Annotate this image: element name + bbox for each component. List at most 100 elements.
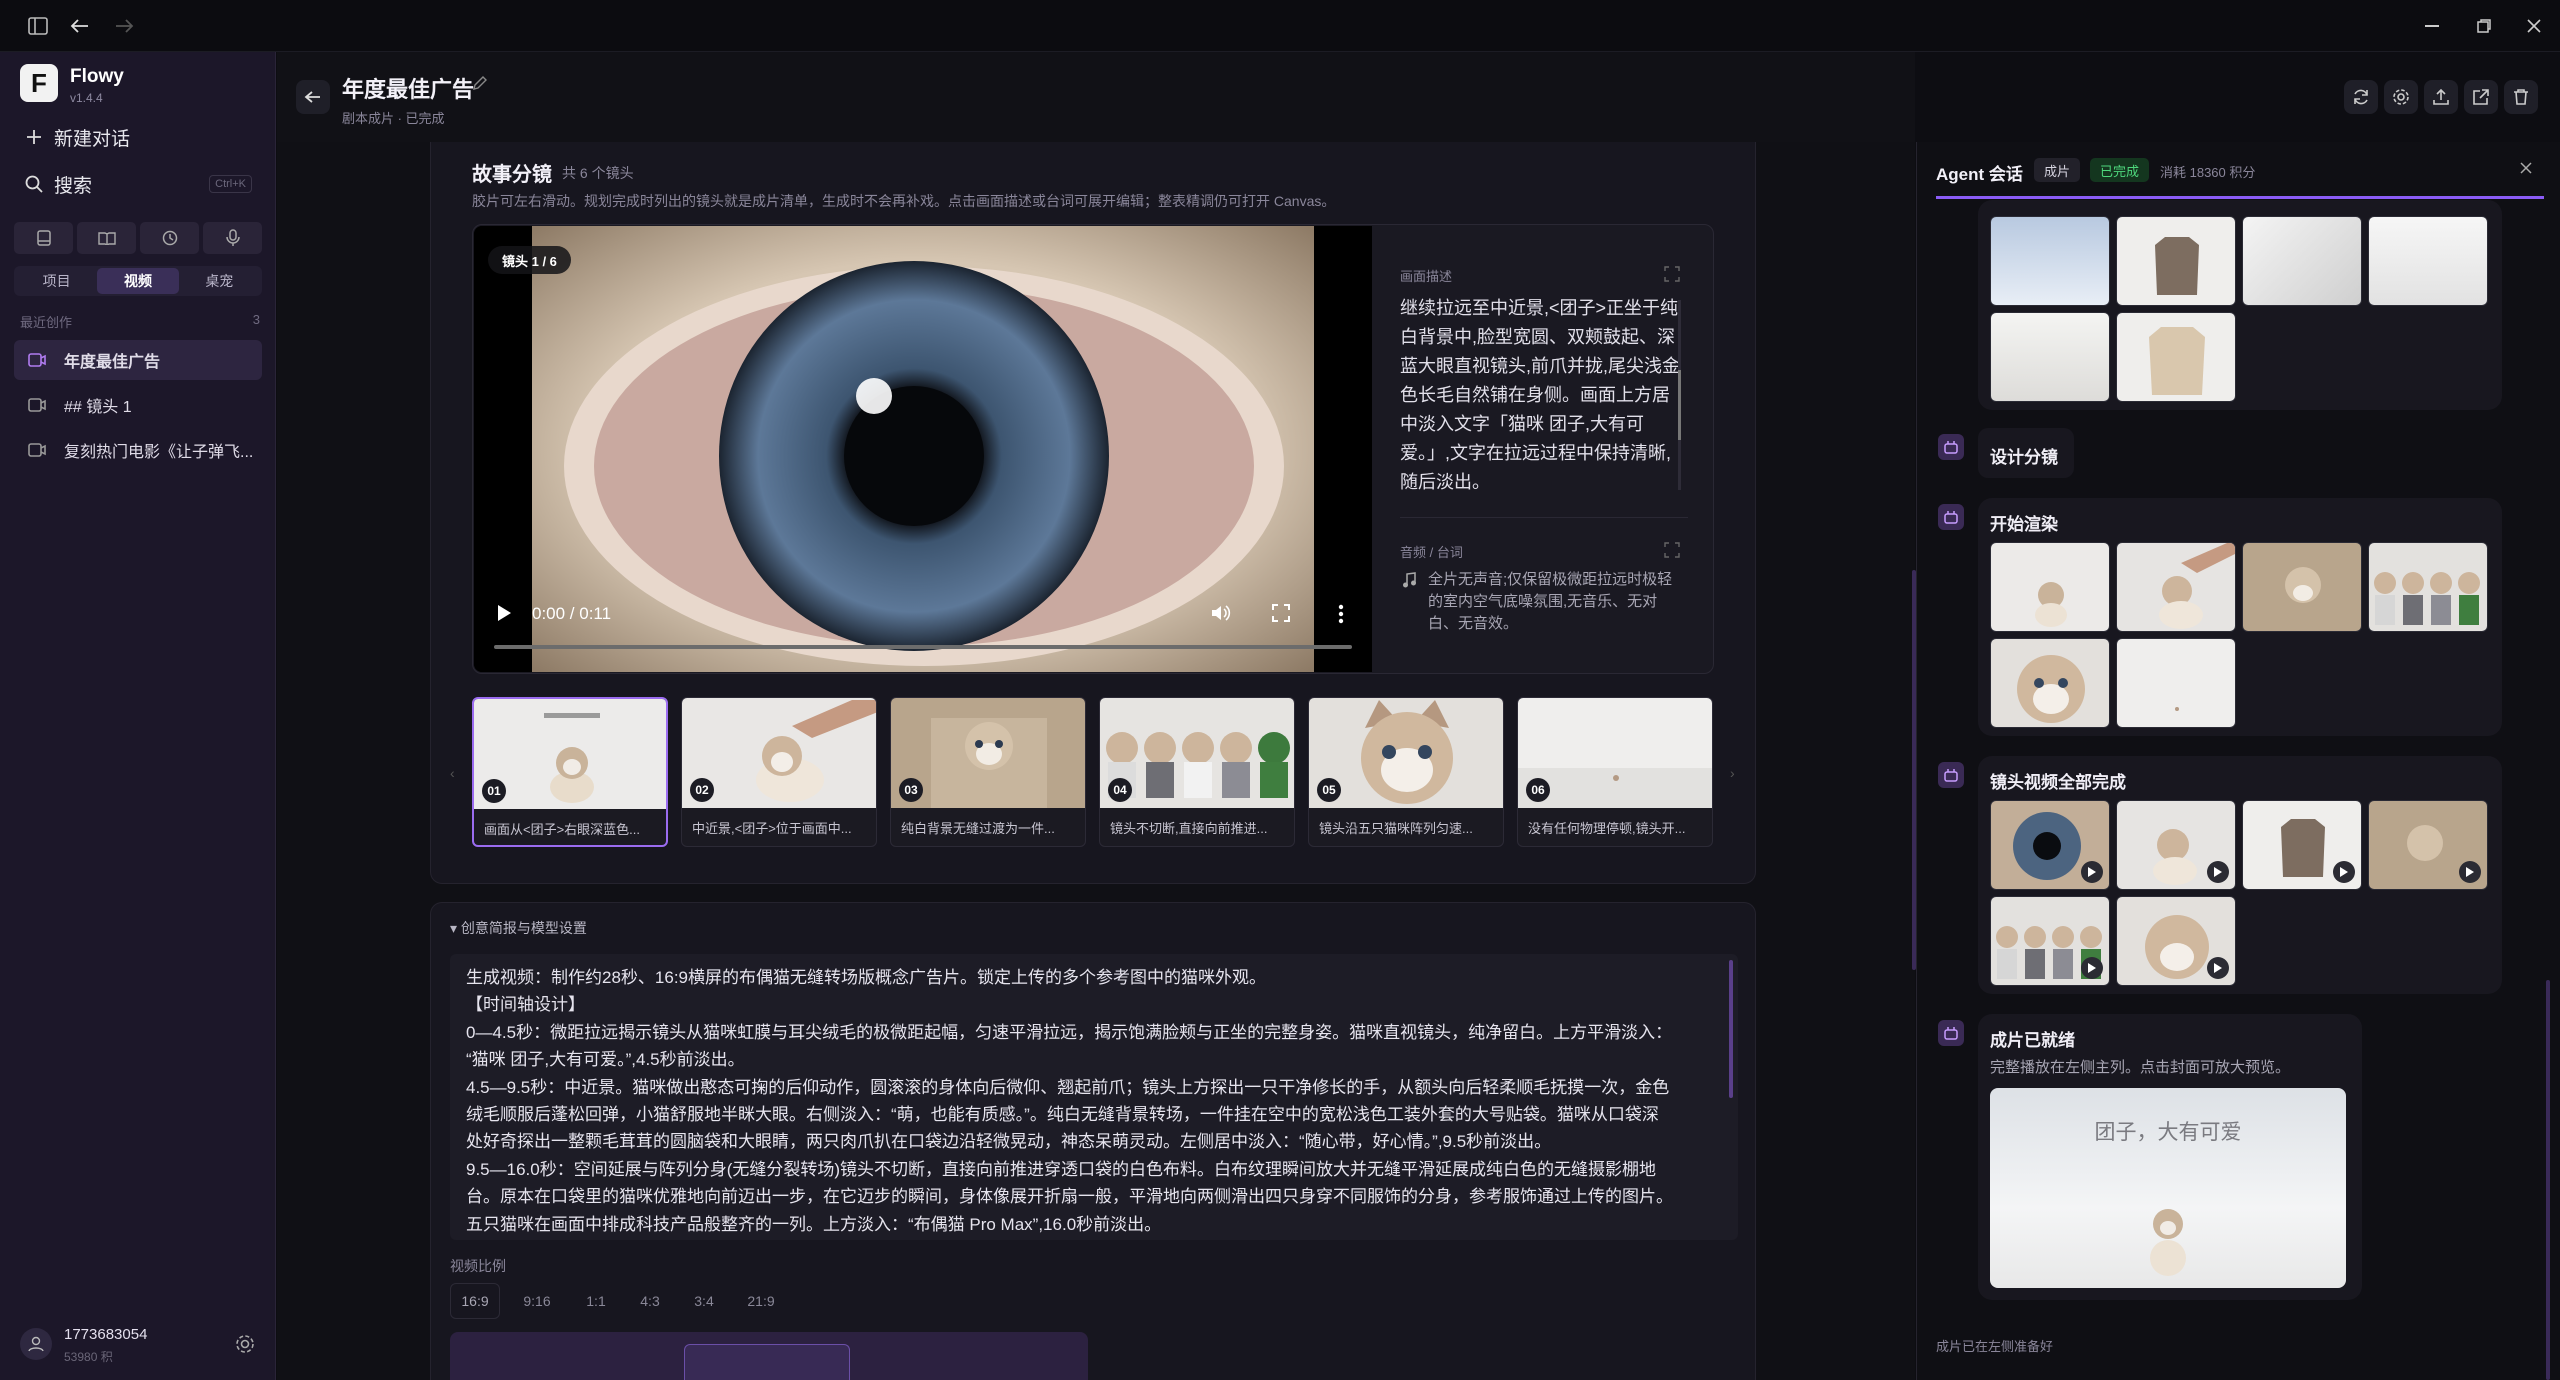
play-icon[interactable] <box>2081 957 2103 979</box>
ratio-option[interactable]: 9:16 <box>510 1283 564 1319</box>
microphone-icon[interactable] <box>203 222 262 254</box>
ratio-option[interactable]: 16:9 <box>450 1283 500 1319</box>
avatar[interactable] <box>20 1328 52 1360</box>
video-clip-lineup[interactable] <box>1990 896 2110 986</box>
play-icon[interactable] <box>2207 957 2229 979</box>
render-cat-3[interactable] <box>2242 542 2362 632</box>
ratio-option[interactable]: 3:4 <box>682 1283 726 1319</box>
delete-button[interactable] <box>2504 80 2538 114</box>
strip-right-chevron-icon[interactable]: › <box>1730 765 1735 781</box>
volume-icon[interactable] <box>1210 603 1232 623</box>
settings-gear-icon[interactable] <box>234 1333 256 1355</box>
back-arrow-icon[interactable] <box>68 14 92 38</box>
ref-image-blue-room[interactable] <box>1990 216 2110 306</box>
audio-text[interactable]: 全片无声音;仅保留极微距拉远时极轻的室内空气底噪氛围,无音乐、无对白、无音效。 <box>1428 569 1682 635</box>
recent-item[interactable]: 年度最佳广告 <box>14 340 262 380</box>
ref-image-texture[interactable] <box>2242 216 2362 306</box>
recent-item-label: ## 镜头 1 <box>64 399 132 416</box>
recent-item-label: 年度最佳广告 <box>64 354 161 371</box>
video-clip-eye[interactable] <box>1990 800 2110 890</box>
more-vertical-icon[interactable] <box>1338 604 1344 624</box>
ratio-option[interactable]: 21:9 <box>736 1283 786 1319</box>
ratio-option[interactable]: 4:3 <box>628 1283 672 1319</box>
ref-image-jacket[interactable] <box>2116 216 2236 306</box>
render-cat-4[interactable] <box>2368 542 2488 632</box>
render-cat-1[interactable] <box>1990 542 2110 632</box>
shot-thumbnail[interactable]: 06 没有任何物理停顿,镜头开... <box>1517 697 1713 847</box>
edit-pencil-icon[interactable] <box>472 75 488 91</box>
desc-label: 画面描述 <box>1400 269 1453 284</box>
shot-thumbnail[interactable]: 02 中近景,<团子>位于画面中... <box>681 697 877 847</box>
play-icon[interactable] <box>2207 861 2229 883</box>
ratio-option[interactable]: 1:1 <box>574 1283 618 1319</box>
brief-textarea[interactable]: 生成视频：制作约28秒、16:9横屏的布偶猫无缝转场版概念广告片。锁定上传的多个… <box>450 954 1738 1240</box>
video-clip-closeup[interactable] <box>2116 896 2236 986</box>
page-title: 年度最佳广告 <box>342 77 475 102</box>
close-panel-icon[interactable] <box>2520 162 2532 174</box>
history-icon[interactable] <box>140 222 199 254</box>
quick-actions <box>14 222 262 254</box>
open-external-button[interactable] <box>2464 80 2498 114</box>
play-icon[interactable] <box>496 604 512 622</box>
forward-arrow-icon[interactable] <box>112 14 136 38</box>
render-cat-5[interactable] <box>1990 638 2110 728</box>
new-chat-button[interactable]: 新建对话 <box>14 117 262 157</box>
final-card: 成片已就绪 完整播放在左侧主列。点击封面可放大预览。 团子，大有可爱 <box>1978 1014 2362 1300</box>
brief-scrollbar[interactable] <box>1729 960 1733 1098</box>
strip-left-chevron-icon[interactable]: ‹ <box>450 765 455 781</box>
agent-tab[interactable]: 成片 <box>2034 158 2081 182</box>
close-icon[interactable] <box>2522 14 2546 38</box>
render-cat-2[interactable] <box>2116 542 2236 632</box>
expand-icon[interactable] <box>1664 542 1680 558</box>
tab-projects[interactable]: 项目 <box>16 268 97 294</box>
agent-scrollbar[interactable] <box>2546 980 2550 1380</box>
play-icon[interactable] <box>2459 861 2481 883</box>
tab-videos[interactable]: 视频 <box>97 268 179 294</box>
shot-thumbnail[interactable]: 05 镜头沿五只猫咪阵列匀速... <box>1308 697 1504 847</box>
brief-toggle[interactable]: ▾ 创意简报与模型设置 <box>450 918 587 938</box>
video-time: 0:00 / 0:11 <box>532 604 612 623</box>
sidebar-toggle-icon[interactable] <box>26 14 50 38</box>
render-card: 开始渲染 <box>1978 498 2502 736</box>
final-cover[interactable]: 团子，大有可爱 <box>1990 1088 2346 1288</box>
thumb-caption: 镜头不切断,直接向前推进... <box>1110 821 1268 836</box>
video-progress-bar[interactable] <box>494 645 1352 649</box>
shot-thumbnail[interactable]: 04 镜头不切断,直接向前推进... <box>1099 697 1295 847</box>
final-desc: 完整播放在左侧主列。点击封面可放大预览。 <box>1990 1059 2291 1076</box>
minimize-icon[interactable] <box>2420 14 2444 38</box>
tab-desktop-pet[interactable]: 桌宠 <box>179 268 260 294</box>
restore-icon[interactable] <box>2472 14 2496 38</box>
render-empty-studio[interactable] <box>2116 638 2236 728</box>
video-clip-cat[interactable] <box>2116 800 2236 890</box>
refresh-button[interactable] <box>2344 80 2378 114</box>
video-clip-pocket[interactable] <box>2368 800 2488 890</box>
settings-button[interactable] <box>2384 80 2418 114</box>
model-selector[interactable] <box>450 1332 1088 1380</box>
recent-item[interactable]: ## 镜头 1 <box>14 385 262 425</box>
thumb-caption: 中近景,<团子>位于画面中... <box>692 821 852 836</box>
shot-thumbnail[interactable]: 03 纯白背景无缝过渡为一件... <box>890 697 1086 847</box>
ref-image-white-studio[interactable] <box>2368 216 2488 306</box>
search-button[interactable]: 搜索 Ctrl+K <box>14 164 262 204</box>
desc-scrollbar[interactable] <box>1678 300 1681 490</box>
model-option[interactable] <box>684 1344 850 1380</box>
upload-button[interactable] <box>2424 80 2458 114</box>
ref-image-white-room[interactable] <box>1990 312 2110 402</box>
desc-text[interactable]: 继续拉远至中近景,<团子>正坐于纯白背景中,脸型宽圆、双颊鼓起、深蓝大眼直视镜头… <box>1400 294 1684 497</box>
video-clip-jacket[interactable] <box>2242 800 2362 890</box>
brief-line: 9.5—16.0秒：空间延展与阵列分身(无缝分裂转场)镜头不切断，直接向前推进穿… <box>466 1159 1657 1179</box>
recent-count: 3 <box>252 312 260 327</box>
open-book-icon[interactable] <box>77 222 136 254</box>
book-icon[interactable] <box>14 222 73 254</box>
play-icon[interactable] <box>2081 861 2103 883</box>
ref-image-beige-jacket[interactable] <box>2116 312 2236 402</box>
thumb-caption: 没有任何物理停顿,镜头开... <box>1528 821 1686 836</box>
recent-item[interactable]: 复刻热门电影《让子弹飞... <box>14 430 262 470</box>
fullscreen-icon[interactable] <box>1272 604 1290 622</box>
shot-thumbnail[interactable]: 01 画面从<团子>右眼深蓝色... <box>472 697 668 847</box>
expand-icon[interactable] <box>1664 266 1680 282</box>
back-button[interactable] <box>296 80 330 114</box>
brief-line: “猫咪 团子,大有可爱。”,4.5秒前淡出。 <box>466 1050 745 1070</box>
play-icon[interactable] <box>2333 861 2355 883</box>
step-render: 开始渲染 <box>1990 515 2058 534</box>
